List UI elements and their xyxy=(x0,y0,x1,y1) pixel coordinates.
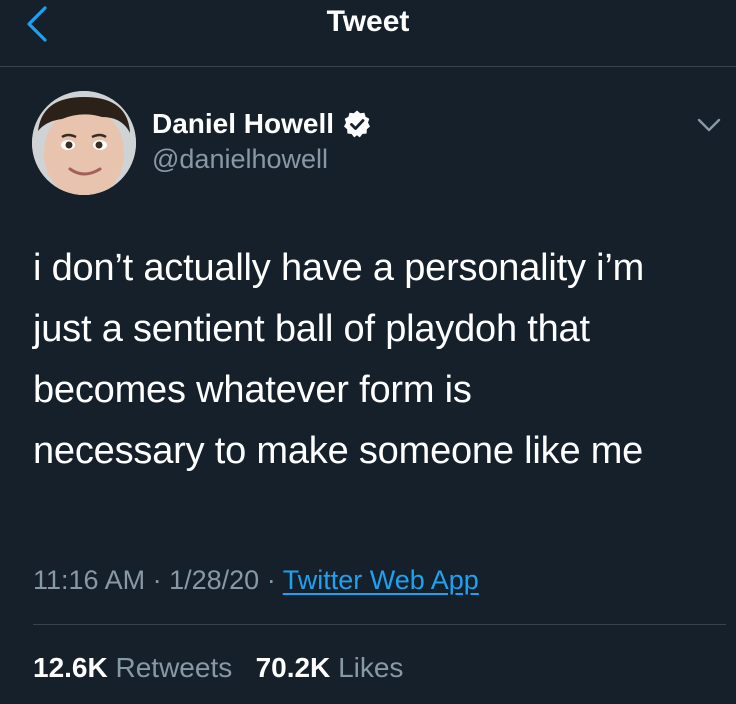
divider xyxy=(33,624,726,625)
verified-badge-icon xyxy=(344,110,371,138)
retweets-label: Retweets xyxy=(115,652,233,683)
chevron-down-icon[interactable] xyxy=(694,112,724,138)
tweet-text: i don’t actually have a personality i’m … xyxy=(33,247,645,472)
author-display-name[interactable]: Daniel Howell xyxy=(152,104,334,144)
tweet-date[interactable]: 1/28/20 xyxy=(169,565,259,595)
tweet-time[interactable]: 11:16 AM xyxy=(33,565,145,595)
likes-stat[interactable]: 70.2K Likes xyxy=(256,652,404,683)
tweet-stats: 12.6K Retweets 70.2K Likes xyxy=(33,648,403,688)
author-name-row[interactable]: Daniel Howell xyxy=(152,104,372,144)
retweets-stat[interactable]: 12.6K Retweets xyxy=(33,652,232,683)
avatar-image xyxy=(32,91,136,195)
avatar[interactable] xyxy=(32,91,136,195)
meta-separator: · xyxy=(152,565,162,595)
likes-label: Likes xyxy=(338,652,404,683)
tweet-source-link[interactable]: Twitter Web App xyxy=(283,565,479,595)
page-title: Tweet xyxy=(326,5,410,38)
author-handle[interactable]: @danielhowell xyxy=(152,142,328,176)
retweets-count: 12.6K xyxy=(33,652,108,683)
tweet-meta: 11:16 AM · 1/28/20 · Twitter Web App xyxy=(33,560,479,600)
top-bar: Tweet xyxy=(0,0,736,67)
likes-count: 70.2K xyxy=(255,652,331,683)
meta-separator: · xyxy=(266,565,276,595)
